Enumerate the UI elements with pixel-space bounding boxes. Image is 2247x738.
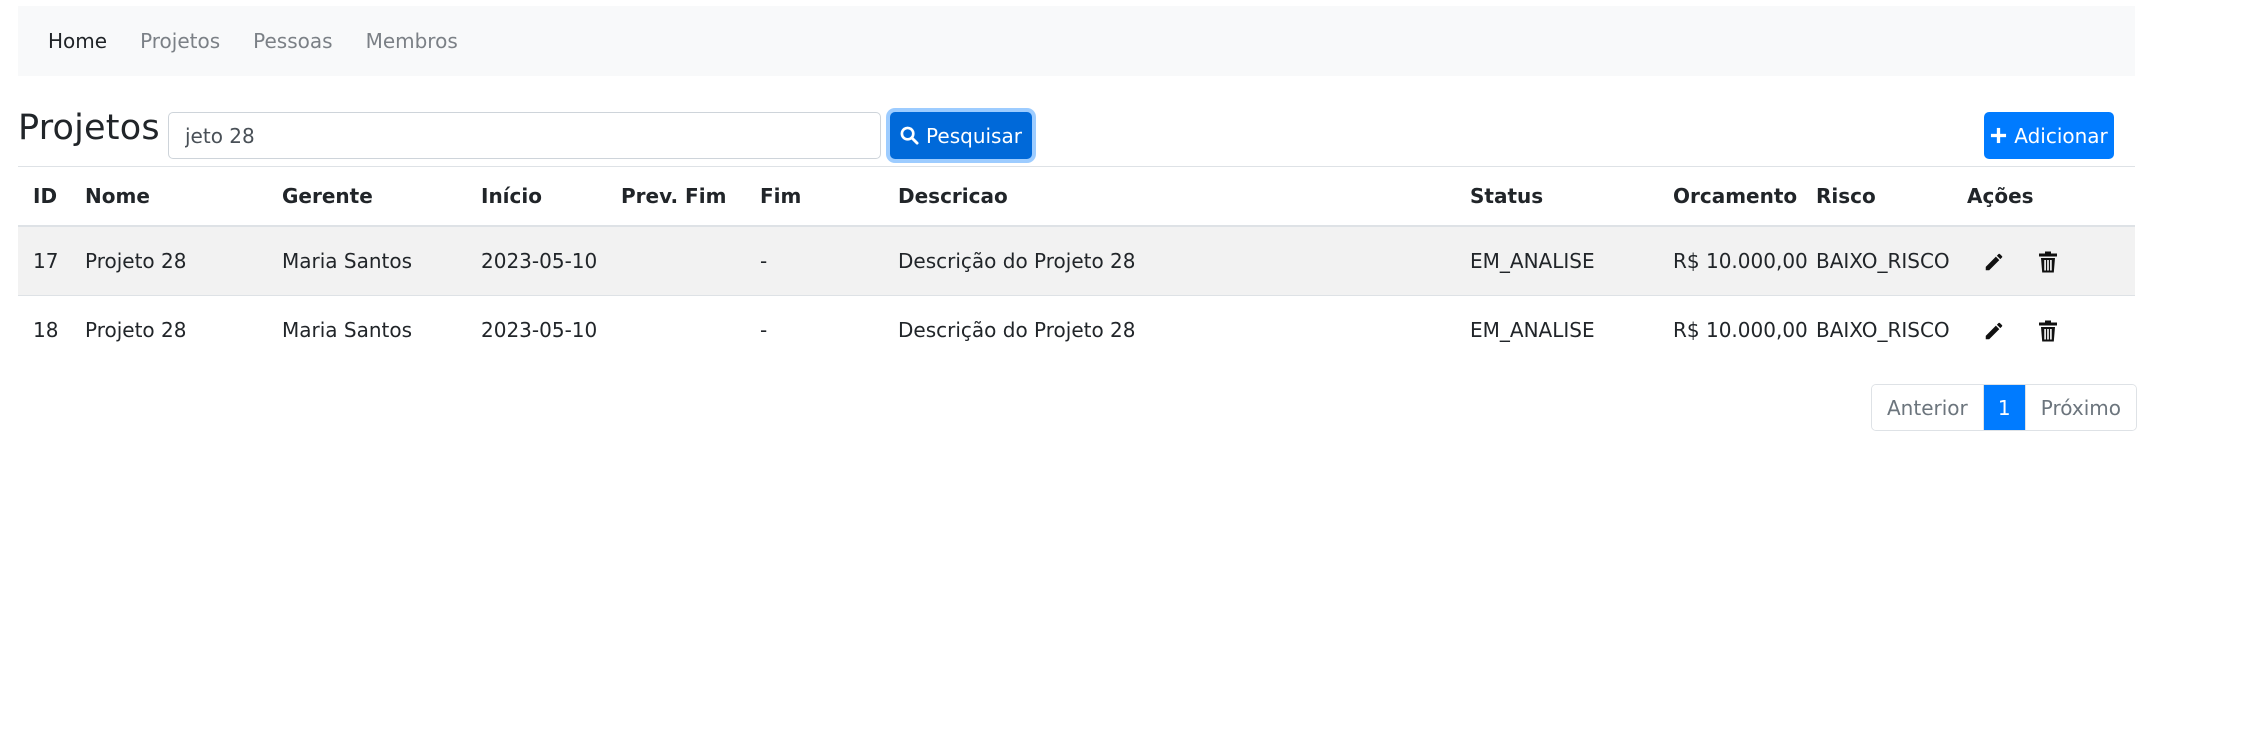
column-header-descricao: Descricao <box>898 166 1470 227</box>
table-header-row: ID Nome Gerente Início Prev. Fim Fim Des… <box>18 166 2135 227</box>
trash-icon[interactable] <box>2038 320 2058 342</box>
trash-icon[interactable] <box>2038 251 2058 273</box>
cell-status: EM_ANALISE <box>1470 225 1673 295</box>
column-header-gerente: Gerente <box>282 166 481 227</box>
cell-fim: - <box>760 294 898 364</box>
nav-link-projetos[interactable]: Projetos <box>140 29 220 53</box>
cell-descricao: Descrição do Projeto 28 <box>898 294 1470 364</box>
cell-orcamento: R$ 10.000,00 <box>1673 294 1816 364</box>
cell-descricao: Descrição do Projeto 28 <box>898 225 1470 295</box>
cell-id: 17 <box>18 225 85 295</box>
cell-status: EM_ANALISE <box>1470 294 1673 364</box>
nav-link-home[interactable]: Home <box>48 29 107 53</box>
pagination-next[interactable]: Próximo <box>2024 385 2136 430</box>
column-header-orcamento: Orcamento <box>1673 166 1816 227</box>
cell-gerente: Maria Santos <box>282 225 481 295</box>
cell-prev-fim <box>621 225 760 295</box>
search-icon <box>900 126 919 145</box>
navbar: Home Projetos Pessoas Membros <box>18 6 2135 76</box>
cell-gerente: Maria Santos <box>282 294 481 364</box>
column-header-acoes: Ações <box>1967 166 2135 227</box>
column-header-prev-fim: Prev. Fim <box>621 166 760 227</box>
column-header-nome: Nome <box>85 166 282 227</box>
cell-risco: BAIXO_RISCO <box>1816 225 1967 295</box>
column-header-fim: Fim <box>760 166 898 227</box>
cell-inicio: 2023-05-10 <box>481 225 621 295</box>
column-header-status: Status <box>1470 166 1673 227</box>
cell-orcamento: R$ 10.000,00 <box>1673 225 1816 295</box>
cell-acoes <box>1967 294 2135 364</box>
add-button-label: Adicionar <box>2014 123 2108 148</box>
cell-acoes <box>1967 225 2135 295</box>
cell-id: 18 <box>18 294 85 364</box>
search-button[interactable]: Pesquisar <box>890 112 1032 159</box>
pagination-previous[interactable]: Anterior <box>1872 385 1983 430</box>
cell-nome: Projeto 28 <box>85 294 282 364</box>
pagination-page-1[interactable]: 1 <box>1982 385 2025 430</box>
cell-nome: Projeto 28 <box>85 225 282 295</box>
column-header-id: ID <box>18 166 85 227</box>
page-title: Projetos <box>18 108 160 148</box>
cell-risco: BAIXO_RISCO <box>1816 294 1967 364</box>
cell-inicio: 2023-05-10 <box>481 294 621 364</box>
cell-fim: - <box>760 225 898 295</box>
pagination: Anterior 1 Próximo <box>1871 384 2137 431</box>
table-row: 17 Projeto 28 Maria Santos 2023-05-10 - … <box>18 225 2135 295</box>
table-row: 18 Projeto 28 Maria Santos 2023-05-10 - … <box>18 294 2135 364</box>
plus-icon <box>1990 127 2007 144</box>
pencil-icon[interactable] <box>1983 320 2005 342</box>
column-header-inicio: Início <box>481 166 621 227</box>
nav-link-membros[interactable]: Membros <box>366 29 458 53</box>
search-input[interactable] <box>168 112 881 159</box>
nav-link-pessoas[interactable]: Pessoas <box>253 29 332 53</box>
add-button[interactable]: Adicionar <box>1984 112 2114 159</box>
cell-prev-fim <box>621 294 760 364</box>
column-header-risco: Risco <box>1816 166 1967 227</box>
search-button-label: Pesquisar <box>926 123 1022 148</box>
projects-table: ID Nome Gerente Início Prev. Fim Fim Des… <box>18 166 2135 364</box>
pencil-icon[interactable] <box>1983 251 2005 273</box>
